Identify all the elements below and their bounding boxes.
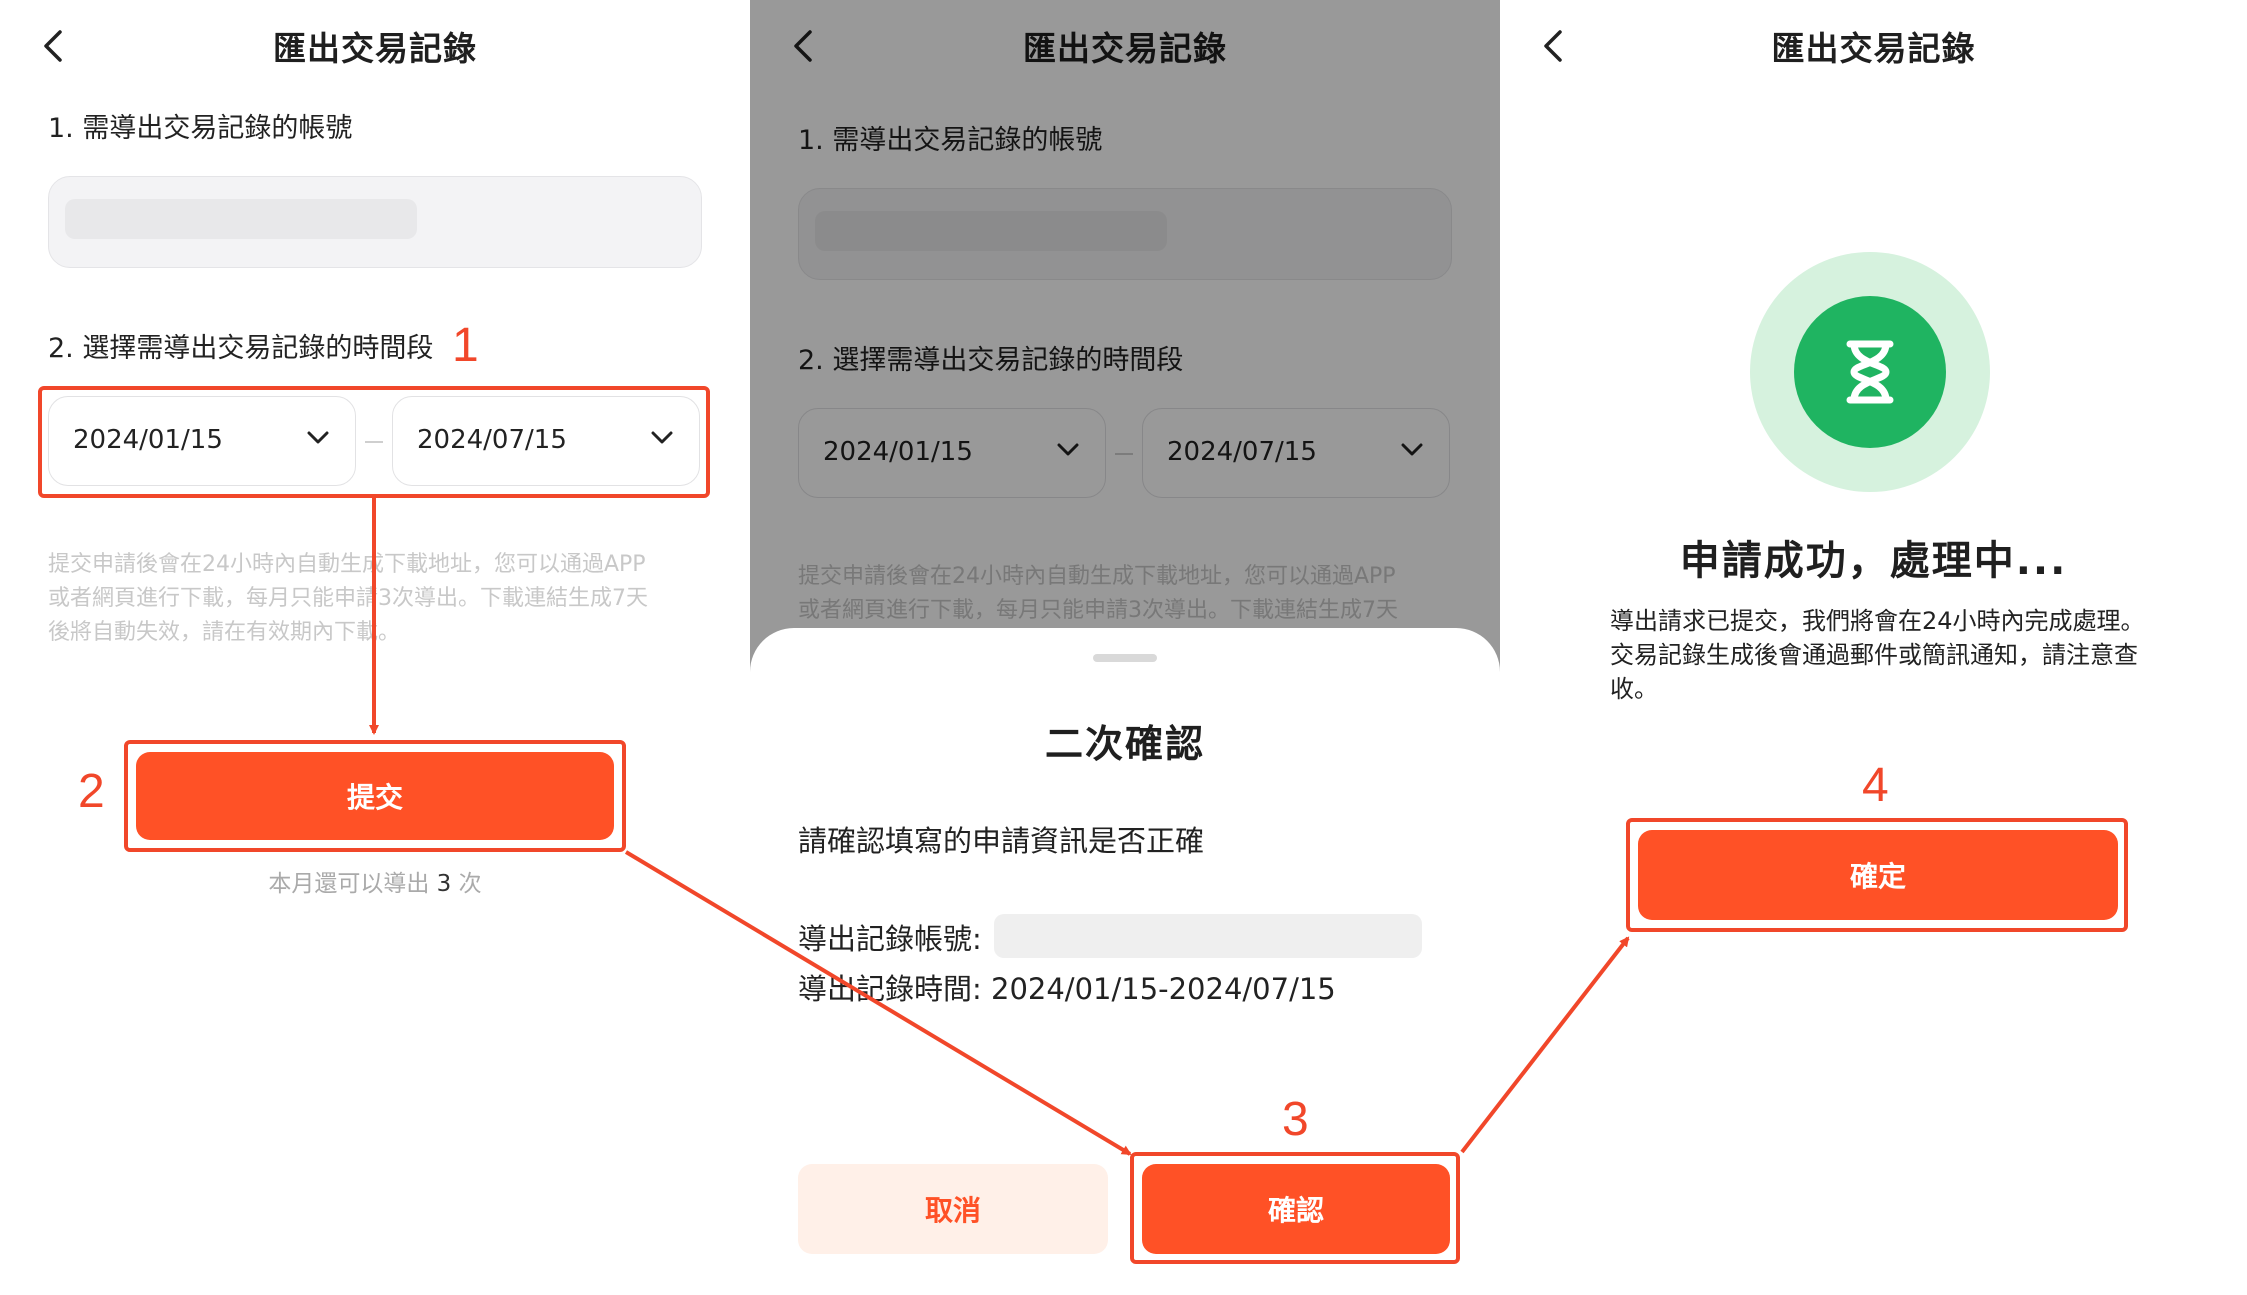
step-1-highlight	[38, 386, 710, 498]
export-form-screen: 匯出交易記錄 1. 需導出交易記錄的帳號 2. 選擇需導出交易記錄的時間段 20…	[0, 0, 750, 1295]
sheet-grabber[interactable]	[1093, 654, 1157, 662]
status-icon-circle	[1794, 296, 1946, 448]
hint-line: 或者網頁進行下載，每月只能申請3次導出。下載連結生成7天	[48, 586, 648, 611]
confirm-dialog-screen: 匯出交易記錄 1. 需導出交易記錄的帳號 2. 選擇需導出交易記錄的時間段 20…	[750, 0, 1500, 1295]
status-description: 導出請求已提交，我們將會在24小時內完成處理。 交易記錄生成後會通過郵件或簡訊通…	[1610, 604, 2150, 706]
remaining-count: 3	[436, 871, 452, 897]
step-4-highlight	[1626, 818, 2128, 932]
dialog-account-redacted	[994, 914, 1422, 958]
period-label: 2. 選擇需導出交易記錄的時間段	[48, 333, 434, 364]
remaining-exports: 本月還可以導出 3 次	[268, 871, 482, 897]
dialog-account-label: 導出記錄帳號:	[798, 922, 982, 956]
cancel-button[interactable]: 取消	[798, 1164, 1108, 1254]
dialog-question: 請確認填寫的申請資訊是否正確	[798, 824, 1205, 858]
status-icon-ring	[1750, 252, 1990, 492]
step-3-highlight	[1130, 1152, 1460, 1264]
export-hint: 提交申請後會在24小時內自動生成下載地址，您可以通過APP 或者網頁進行下載，每…	[48, 548, 718, 650]
account-field	[48, 176, 702, 268]
hourglass-icon	[1846, 340, 1894, 404]
page-title: 匯出交易記錄	[273, 29, 477, 68]
dialog-period-value: 2024/01/15-2024/07/15	[991, 972, 1336, 1006]
hint-line: 後將自動失效，請在有效期內下載。	[48, 620, 401, 645]
desc-line: 導出請求已提交，我們將會在24小時內完成處理。	[1610, 607, 2145, 635]
step-4-number: 4	[1862, 759, 1889, 812]
dialog-period-row: 導出記錄時間: 2024/01/15-2024/07/15	[798, 972, 1336, 1006]
step-2-highlight	[124, 740, 626, 852]
dialog-title: 二次確認	[1044, 722, 1205, 766]
step-3-number: 3	[1282, 1093, 1309, 1146]
step-1-number: 1	[452, 319, 479, 372]
page-title: 匯出交易記錄	[1771, 29, 1976, 68]
desc-line: 收。	[1610, 675, 1658, 703]
step-2-number: 2	[78, 765, 105, 818]
account-label: 1. 需導出交易記錄的帳號	[48, 113, 353, 144]
status-title: 申請成功，處理中...	[1679, 538, 2068, 584]
account-value-redacted	[65, 199, 417, 239]
hint-line: 提交申請後會在24小時內自動生成下載地址，您可以通過APP	[48, 552, 646, 577]
success-screen: 匯出交易記錄 申請成功，處理中... 導出請求已提交，我們將會在24小時內完成處…	[1500, 0, 2247, 1295]
desc-line: 交易記錄生成後會通過郵件或簡訊通知，請注意查	[1610, 641, 2138, 669]
